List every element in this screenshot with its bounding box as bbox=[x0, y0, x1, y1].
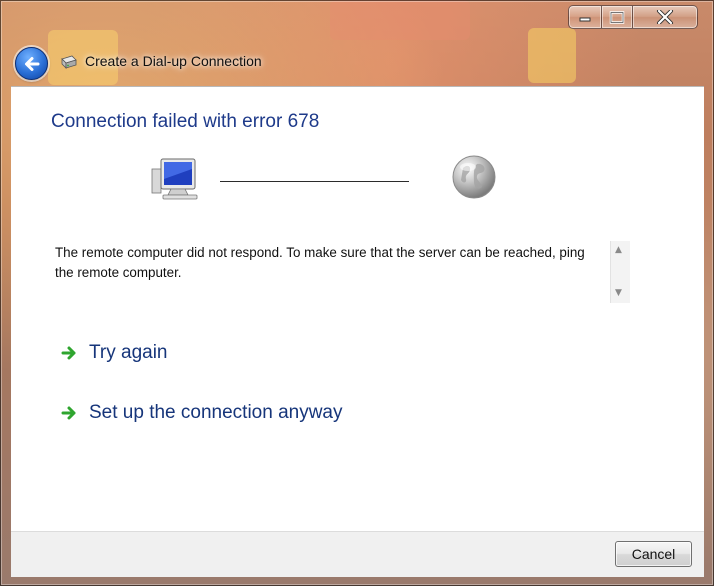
caption-buttons bbox=[568, 5, 708, 29]
try-again-link[interactable]: Try again bbox=[61, 342, 168, 364]
close-button[interactable] bbox=[633, 5, 698, 29]
page-heading: Connection failed with error 678 bbox=[51, 111, 320, 132]
error-message-box: The remote computer did not respond. To … bbox=[51, 241, 631, 305]
maximize-icon bbox=[609, 10, 625, 24]
error-message: The remote computer did not respond. To … bbox=[55, 245, 585, 280]
close-icon bbox=[657, 10, 673, 24]
desktop-blur-shape bbox=[528, 28, 576, 83]
cancel-button[interactable]: Cancel bbox=[615, 541, 692, 567]
connection-line bbox=[220, 181, 409, 182]
content-pane: Connection failed with error 678 The rem… bbox=[11, 86, 704, 532]
scroll-down-icon[interactable]: ▼ bbox=[615, 288, 622, 298]
try-again-label: Try again bbox=[89, 342, 168, 363]
green-arrow-icon bbox=[61, 406, 76, 420]
computer-icon bbox=[151, 158, 198, 200]
window-title: Create a Dial-up Connection bbox=[85, 53, 262, 69]
minimize-button[interactable] bbox=[568, 5, 602, 29]
globe-icon bbox=[452, 155, 496, 199]
minimize-icon bbox=[579, 17, 591, 22]
maximize-button[interactable] bbox=[602, 5, 633, 29]
green-arrow-icon bbox=[61, 346, 76, 360]
desktop-blur-shape bbox=[330, 0, 470, 40]
back-arrow-icon bbox=[24, 56, 39, 71]
setup-anyway-label: Set up the connection anyway bbox=[89, 402, 343, 423]
setup-anyway-link[interactable]: Set up the connection anyway bbox=[61, 402, 343, 424]
scroll-up-icon[interactable]: ▲ bbox=[615, 245, 622, 255]
back-button[interactable] bbox=[15, 47, 48, 80]
message-scrollbar[interactable]: ▲ ▼ bbox=[610, 241, 630, 303]
footer-bar: Cancel bbox=[11, 531, 704, 577]
dialup-modem-icon bbox=[61, 55, 77, 69]
